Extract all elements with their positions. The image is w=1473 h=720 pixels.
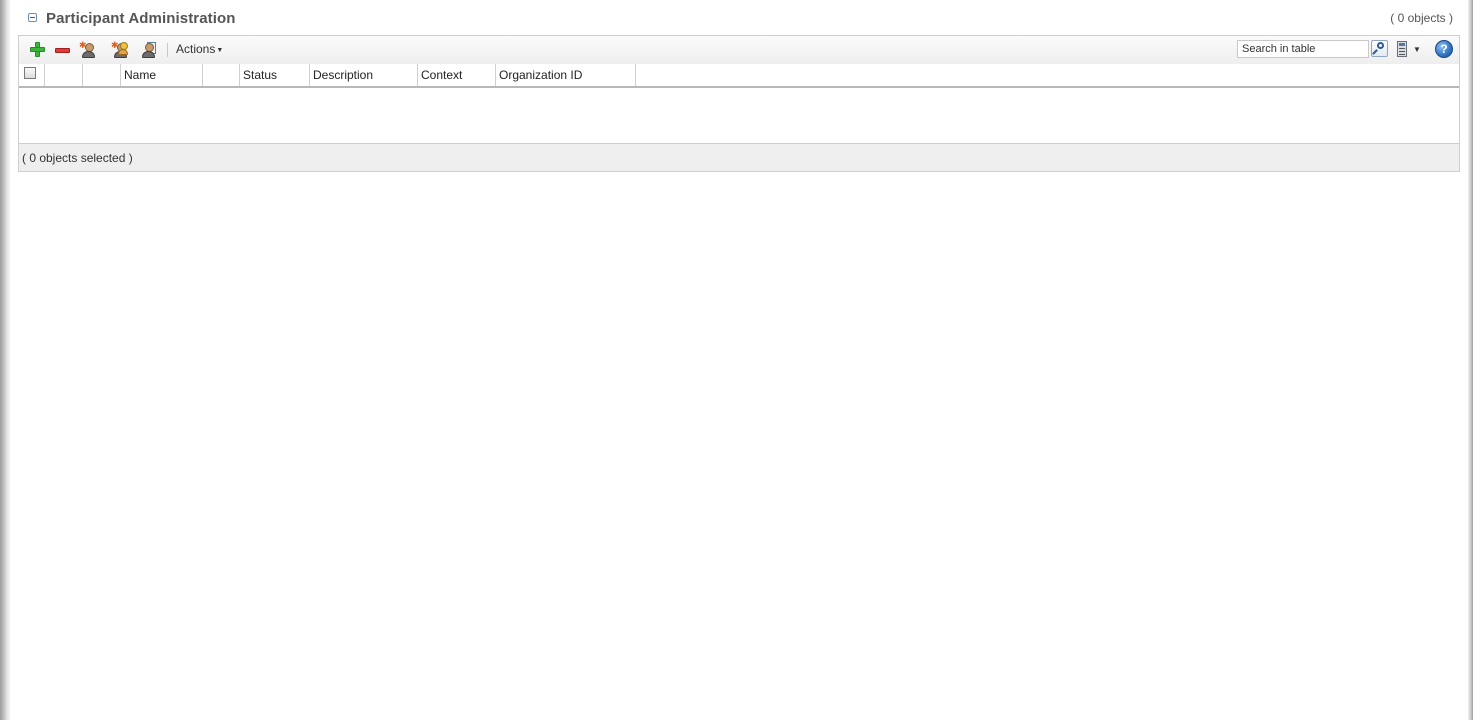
chevron-down-icon[interactable]: ▼ (1413, 45, 1421, 54)
collapse-icon[interactable] (28, 13, 37, 22)
actions-menu-button[interactable]: Actions▼ (176, 42, 223, 56)
column-header-icon-1[interactable] (45, 64, 83, 86)
table-footer: ( 0 objects selected ) (19, 143, 1459, 171)
toolbar-separator (167, 43, 168, 57)
search-icon[interactable] (1371, 40, 1388, 57)
select-all-column (19, 64, 45, 86)
select-all-checkbox[interactable] (24, 67, 36, 79)
column-header-organization-id[interactable]: Organization ID (496, 64, 636, 86)
column-header-status[interactable]: Status (240, 64, 310, 86)
page-title: Participant Administration (46, 10, 236, 27)
search-input[interactable] (1237, 40, 1369, 58)
table-toolbar: ✱ ✱ Actions▼ ▼ ? (19, 36, 1459, 65)
panel-header: Participant Administration ( 0 objects ) (20, 8, 1453, 30)
window-frame-left (0, 0, 10, 720)
remove-icon[interactable] (54, 41, 72, 59)
column-header-icon-2[interactable] (83, 64, 121, 86)
actions-label: Actions (176, 42, 216, 56)
create-group-icon[interactable]: ✱ (111, 41, 129, 59)
column-header-description[interactable]: Description (310, 64, 418, 86)
column-header-name[interactable]: Name (121, 64, 203, 86)
object-count: ( 0 objects ) (1390, 11, 1453, 25)
participant-table: ✱ ✱ Actions▼ ▼ ? Name Status Description… (18, 35, 1460, 172)
add-icon[interactable] (29, 41, 47, 59)
calculator-icon[interactable] (1397, 41, 1407, 57)
caret-down-icon: ▼ (216, 47, 224, 54)
selection-status: ( 0 objects selected ) (22, 151, 133, 165)
create-user-icon[interactable]: ✱ (79, 41, 97, 59)
table-header-row: Name Status Description Context Organiza… (19, 64, 1459, 88)
column-header-icon-3[interactable] (203, 64, 240, 86)
copy-participant-icon[interactable] (139, 41, 157, 59)
help-icon[interactable]: ? (1435, 40, 1453, 58)
column-header-context[interactable]: Context (418, 64, 496, 86)
window-frame-right (1468, 0, 1473, 720)
